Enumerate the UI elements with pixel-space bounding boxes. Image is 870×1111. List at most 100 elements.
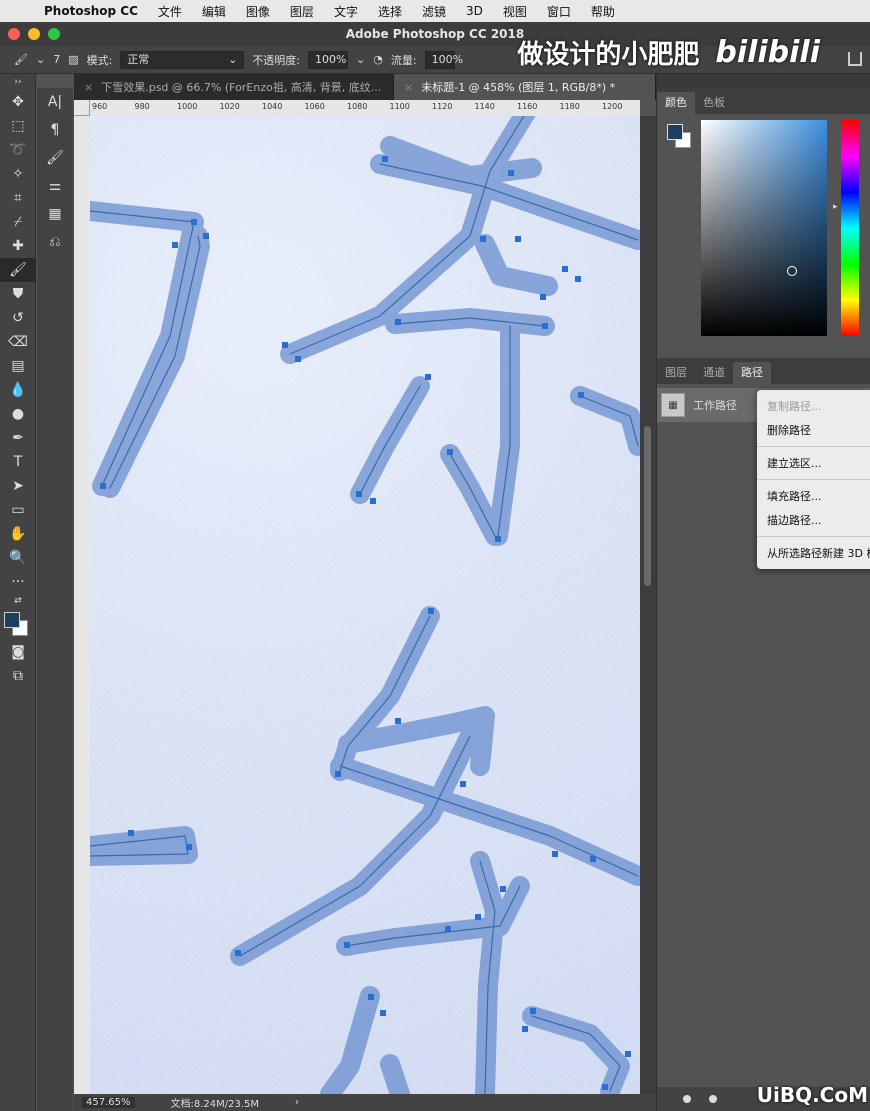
marquee-tool-icon[interactable]: ⬚ — [0, 114, 36, 138]
menu-item-delete-path[interactable]: 删除路径 — [757, 418, 870, 442]
status-bar: 457.65% 文档:8.24M/23.5M › — [74, 1094, 656, 1111]
menu-view[interactable]: 视图 — [493, 3, 537, 20]
color-picker-field[interactable] — [701, 120, 827, 336]
eyedropper-tool-icon[interactable]: ⌿ — [0, 210, 36, 234]
menu-select[interactable]: 选择 — [368, 3, 412, 20]
ruler-tick-label: 1040 — [262, 102, 283, 111]
menu-item-make-selection[interactable]: 建立选区... — [757, 451, 870, 475]
menu-item-fill-path[interactable]: 填充路径... — [757, 484, 870, 508]
ruler-tick-label: 1100 — [389, 102, 410, 111]
tab-channels[interactable]: 通道 — [695, 362, 733, 384]
blur-tool-icon[interactable]: 💧 — [0, 378, 36, 402]
ruler-tick-label: 1080 — [347, 102, 368, 111]
character-panel-icon[interactable]: A| — [37, 88, 73, 116]
pen-pressure-icon[interactable]: ◔ — [373, 53, 383, 66]
properties-icon[interactable]: ▦ — [37, 200, 73, 228]
foreground-color-swatch[interactable] — [667, 124, 683, 140]
opacity-field[interactable]: 100% — [308, 50, 349, 69]
brush-panel-icon[interactable]: ▨ — [68, 53, 78, 66]
pressure-opacity-icon[interactable]: ⌄ — [356, 53, 365, 66]
tab-swatches[interactable]: 色板 — [695, 92, 733, 114]
tab-layers[interactable]: 图层 — [657, 362, 695, 384]
menu-filter[interactable]: 滤镜 — [412, 3, 456, 20]
ruler-tick-label: 1160 — [517, 102, 538, 111]
share-icon[interactable] — [848, 52, 862, 66]
menu-bar: Photoshop CC 文件 编辑 图像 图层 文字 选择 滤镜 3D 视图 … — [0, 0, 870, 22]
hand-tool-icon[interactable]: ✋ — [0, 522, 36, 546]
history-icon[interactable]: ⎌ — [37, 228, 73, 256]
hue-slider[interactable] — [841, 120, 859, 336]
quick-mask-icon[interactable]: ◙ — [0, 640, 36, 664]
zoom-level[interactable]: 457.65% — [82, 1097, 135, 1108]
stroke-path-icon[interactable] — [709, 1095, 717, 1103]
opacity-label: 不透明度: — [252, 53, 301, 67]
menu-divider — [757, 536, 870, 537]
foreground-color-swatch[interactable] — [4, 612, 20, 628]
chevron-right-icon[interactable]: › — [295, 1097, 299, 1108]
shape-tool-icon[interactable]: ▭ — [0, 498, 36, 522]
dodge-tool-icon[interactable]: ● — [0, 402, 36, 426]
watermark-text: 做设计的小肥肥 — [517, 39, 700, 70]
hue-slider-arrow-icon[interactable]: ▸ — [833, 202, 838, 212]
chevron-down-icon[interactable]: ⌄ — [36, 53, 45, 66]
horizontal-ruler[interactable]: 960 980 1000 1020 1040 1060 1080 1100 1120 1140 11… — [90, 100, 640, 116]
mode-select[interactable]: 正常 ⌄ — [120, 50, 245, 69]
gradient-tool-icon[interactable]: ▤ — [0, 354, 36, 378]
close-window-button[interactable] — [8, 28, 20, 40]
menu-item-stroke-path[interactable]: 描边路径... — [757, 508, 870, 532]
more-tools-icon[interactable]: ··· — [0, 570, 36, 594]
brush-settings-icon[interactable]: 🖌 — [37, 144, 73, 172]
swap-colors-icon[interactable]: ⇄ — [0, 594, 36, 608]
tab-color[interactable]: 颜色 — [657, 92, 695, 114]
menu-window[interactable]: 窗口 — [537, 3, 581, 20]
brush-tool-icon[interactable]: 🖌 — [0, 258, 36, 282]
magic-wand-tool-icon[interactable]: ✧ — [0, 162, 36, 186]
clone-stamp-tool-icon[interactable]: ⛊ — [0, 282, 36, 306]
path-name: 工作路径 — [693, 399, 737, 412]
menu-edit[interactable]: 编辑 — [192, 3, 236, 20]
path-selection-tool-icon[interactable]: ➤ — [0, 474, 36, 498]
menu-item-new-3d-from-path[interactable]: 从所选路径新建 3D 模型 — [757, 541, 870, 565]
tab-document-2[interactable]: × 未标题-1 @ 458% (图层 1, RGB/8*) * — [394, 74, 656, 100]
ruler-origin[interactable] — [74, 100, 90, 116]
scrollbar-thumb[interactable] — [644, 426, 651, 586]
paragraph-panel-icon[interactable]: ¶ — [37, 116, 73, 144]
collapse-panels-icon[interactable] — [657, 74, 870, 88]
artwork-layer — [90, 116, 640, 1094]
brush-size-value[interactable]: 7 — [53, 53, 60, 66]
history-brush-tool-icon[interactable]: ↺ — [0, 306, 36, 330]
close-icon[interactable]: × — [404, 81, 413, 94]
color-picker-cursor[interactable] — [787, 266, 797, 276]
menu-layer[interactable]: 图层 — [280, 3, 324, 20]
vertical-ruler[interactable] — [74, 116, 90, 1094]
document-canvas[interactable] — [90, 116, 640, 1094]
move-tool-icon[interactable]: ✥ — [0, 90, 36, 114]
menu-app[interactable]: Photoshop CC — [34, 4, 148, 18]
healing-brush-tool-icon[interactable]: ✚ — [0, 234, 36, 258]
adjustments-icon[interactable]: ⚌ — [37, 172, 73, 200]
color-swatches[interactable] — [0, 608, 36, 640]
canvas-scrollbar[interactable] — [640, 116, 656, 1094]
zoom-tool-icon[interactable]: 🔍 — [0, 546, 36, 570]
fill-path-icon[interactable] — [683, 1095, 691, 1103]
tab-paths[interactable]: 路径 — [733, 362, 771, 384]
flow-field[interactable]: 100% — [424, 50, 463, 69]
mode-value: 正常 — [127, 53, 150, 66]
menu-3d[interactable]: 3D — [456, 4, 493, 18]
menu-file[interactable]: 文件 — [148, 3, 192, 20]
lasso-tool-icon[interactable]: ➰ — [0, 138, 36, 162]
menu-image[interactable]: 图像 — [236, 3, 280, 20]
tab-document-1[interactable]: × 下雪效果.psd @ 66.7% (ForEnzo祖, 高清, 背景, 底纹… — [74, 74, 394, 100]
minimize-window-button[interactable] — [28, 28, 40, 40]
screen-mode-icon[interactable]: ⧉ — [0, 664, 36, 688]
menu-type[interactable]: 文字 — [324, 3, 368, 20]
pen-tool-icon[interactable]: ✒ — [0, 426, 36, 450]
eraser-tool-icon[interactable]: ⌫ — [0, 330, 36, 354]
crop-tool-icon[interactable]: ⌗ — [0, 186, 36, 210]
collapse-toolbox-icon[interactable]: ›› — [0, 74, 36, 90]
zoom-window-button[interactable] — [48, 28, 60, 40]
menu-help[interactable]: 帮助 — [581, 3, 625, 20]
close-icon[interactable]: × — [84, 81, 93, 94]
type-tool-icon[interactable]: T — [0, 450, 36, 474]
brush-tool-icon[interactable]: 🖌 — [14, 53, 28, 66]
